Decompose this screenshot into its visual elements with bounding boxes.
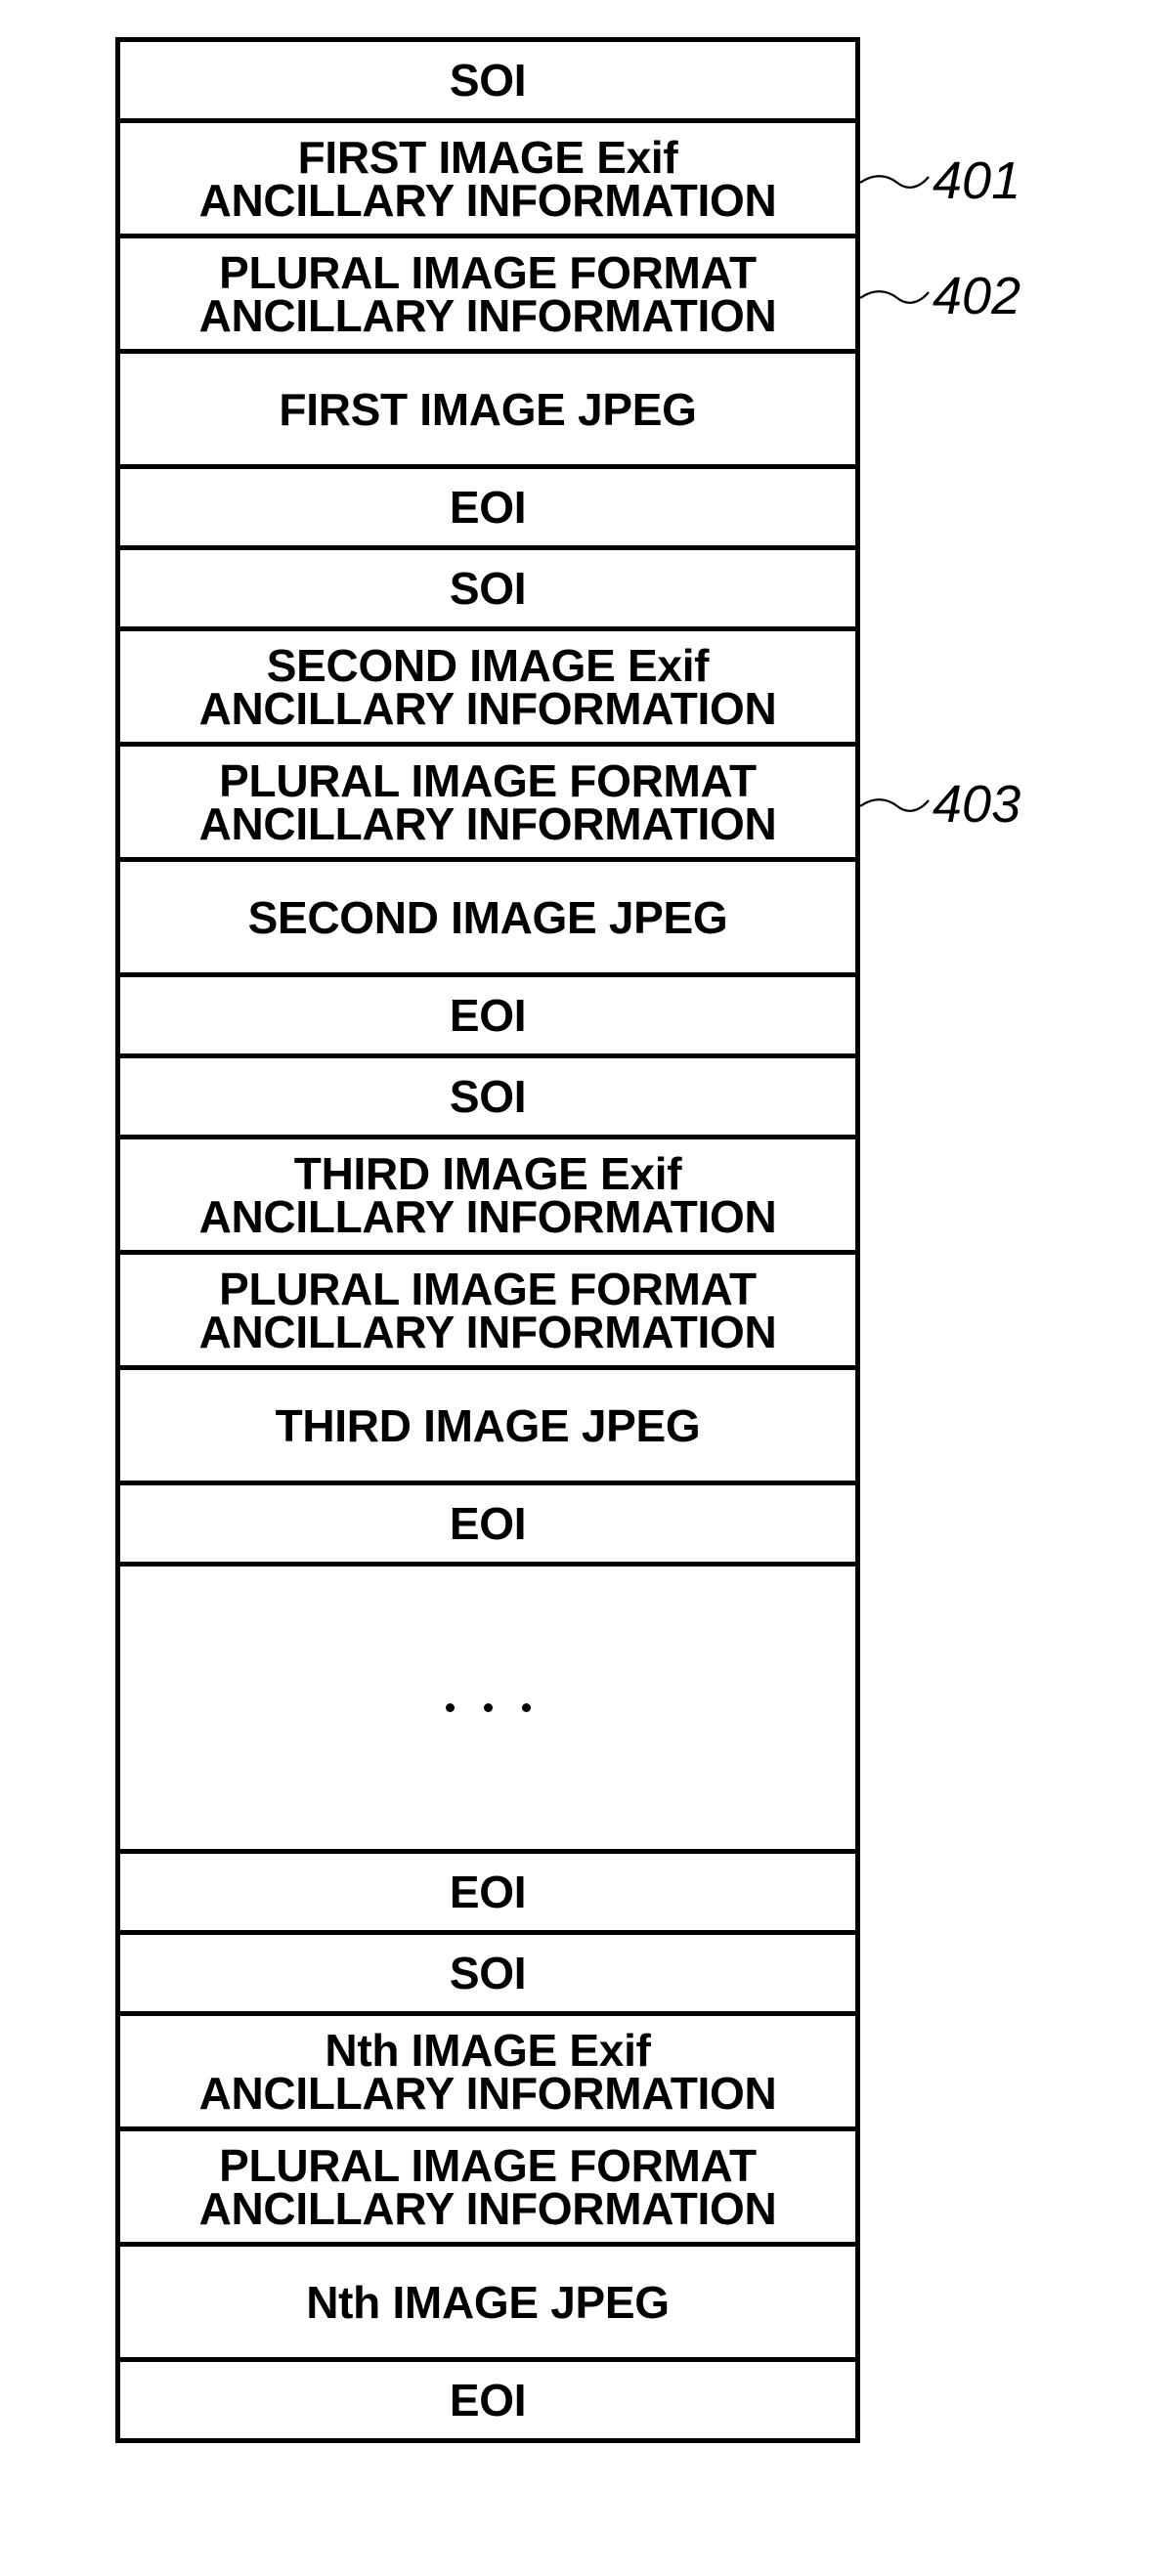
reference-callout-401: 401 <box>860 151 1020 210</box>
segment-label-line: EOI <box>449 482 527 533</box>
plural-image-format-segment: PLURAL IMAGE FORMAT ANCILLARY INFORMATION <box>120 2131 855 2247</box>
jpeg-image-segment: SECOND IMAGE JPEG <box>120 862 855 977</box>
tilde-leader-icon <box>860 798 930 812</box>
jpeg-image-segment: Nth IMAGE JPEG <box>120 2247 855 2362</box>
segment-label-line: Nth IMAGE JPEG <box>306 2276 670 2328</box>
segment-label-line: Nth IMAGE Exif <box>325 2024 651 2076</box>
reference-number: 402 <box>933 267 1021 325</box>
segment-label-line: PLURAL IMAGE FORMAT <box>219 1263 757 1314</box>
ellipsis-dot <box>445 1703 455 1712</box>
soi-segment: SOI <box>120 1058 855 1139</box>
segment-label-line: EOI <box>449 1498 527 1549</box>
soi-segment: SOI <box>120 550 855 631</box>
segment-label-line: ANCILLARY INFORMATION <box>198 2182 777 2234</box>
segment-label-line: EOI <box>449 2375 527 2426</box>
plural-image-format-segment: PLURAL IMAGE FORMAT ANCILLARY INFORMATION <box>120 238 855 354</box>
ellipsis-segment <box>120 1567 855 1854</box>
segment-label-line: SOI <box>449 1948 527 1998</box>
segment-label-line: FIRST IMAGE JPEG <box>279 383 697 435</box>
eoi-segment: EOI <box>120 977 855 1058</box>
eoi-segment: EOI <box>120 1854 855 1935</box>
tilde-leader-icon <box>860 175 930 189</box>
segment-label-line: PLURAL IMAGE FORMAT <box>219 754 757 806</box>
segment-label-line: ANCILLARY INFORMATION <box>198 1190 777 1242</box>
segment-label-line: ANCILLARY INFORMATION <box>198 797 777 849</box>
file-structure-stack: SOI FIRST IMAGE Exif ANCILLARY INFORMATION… <box>115 37 860 2443</box>
segment-label-line: SOI <box>449 1071 527 1122</box>
segment-label-line: ANCILLARY INFORMATION <box>198 682 777 734</box>
jpeg-image-segment: THIRD IMAGE JPEG <box>120 1370 855 1485</box>
exif-ancillary-segment: FIRST IMAGE Exif ANCILLARY INFORMATION <box>120 123 855 238</box>
exif-ancillary-segment: SECOND IMAGE Exif ANCILLARY INFORMATION <box>120 631 855 747</box>
ellipsis-dot <box>483 1703 493 1712</box>
segment-label-line: ANCILLARY INFORMATION <box>198 289 777 341</box>
reference-number: 403 <box>933 775 1021 834</box>
reference-callout-402: 402 <box>860 267 1020 325</box>
segment-label-line: PLURAL IMAGE FORMAT <box>219 2139 757 2191</box>
segment-label-line: SECOND IMAGE JPEG <box>247 891 728 943</box>
segment-label-line: SOI <box>449 55 527 106</box>
soi-segment: SOI <box>120 42 855 123</box>
reference-callout-403: 403 <box>860 775 1020 834</box>
eoi-segment: EOI <box>120 1485 855 1567</box>
exif-ancillary-segment: THIRD IMAGE Exif ANCILLARY INFORMATION <box>120 1139 855 1255</box>
segment-label-line: ANCILLARY INFORMATION <box>198 2067 777 2119</box>
ellipsis-dots <box>445 1703 531 1712</box>
plural-image-format-segment: PLURAL IMAGE FORMAT ANCILLARY INFORMATION <box>120 747 855 862</box>
segment-label-line: SOI <box>449 563 527 614</box>
plural-image-format-segment: PLURAL IMAGE FORMAT ANCILLARY INFORMATION <box>120 1255 855 1370</box>
soi-segment: SOI <box>120 1935 855 2016</box>
segment-label-line: EOI <box>449 990 527 1041</box>
eoi-segment: EOI <box>120 469 855 550</box>
segment-label-line: SECOND IMAGE Exif <box>266 639 710 691</box>
tilde-leader-icon <box>860 290 930 304</box>
segment-label-line: ANCILLARY INFORMATION <box>198 174 777 226</box>
segment-label-line: THIRD IMAGE Exif <box>293 1147 682 1199</box>
eoi-segment: EOI <box>120 2362 855 2443</box>
ellipsis-dot <box>521 1703 531 1712</box>
exif-ancillary-segment: Nth IMAGE Exif ANCILLARY INFORMATION <box>120 2016 855 2131</box>
segment-label-line: ANCILLARY INFORMATION <box>198 1306 777 1357</box>
jpeg-image-segment: FIRST IMAGE JPEG <box>120 354 855 469</box>
reference-number: 401 <box>933 151 1021 210</box>
segment-label-line: PLURAL IMAGE FORMAT <box>219 246 757 298</box>
segment-label-line: EOI <box>449 1867 527 1917</box>
segment-label-line: FIRST IMAGE Exif <box>297 131 678 183</box>
segment-label-line: THIRD IMAGE JPEG <box>275 1399 701 1451</box>
